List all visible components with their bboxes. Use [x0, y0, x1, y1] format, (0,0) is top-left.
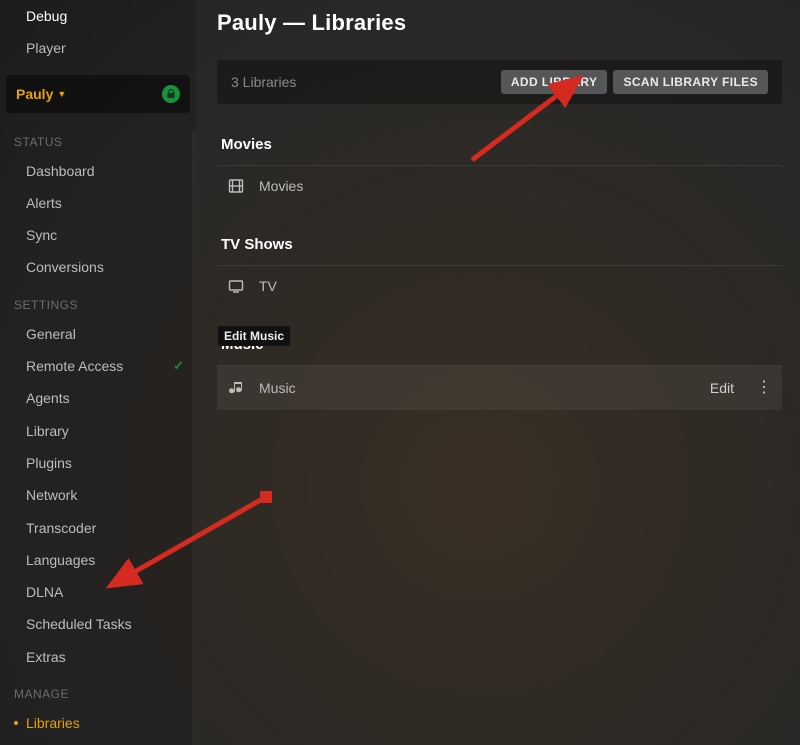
sidebar-item-optimized-versions[interactable]: Optimized Versions	[0, 739, 196, 745]
sidebar-item-label: Plugins	[26, 453, 72, 473]
sidebar-item-label: Remote Access	[26, 356, 123, 376]
sidebar-item-conversions[interactable]: Conversions	[0, 251, 196, 283]
library-row-label: TV	[259, 278, 277, 294]
section-title: Music	[217, 330, 782, 366]
sidebar-item-label: Languages	[26, 550, 95, 570]
library-row[interactable]: Music Edit ⋮	[217, 366, 782, 410]
sidebar-item-dashboard[interactable]: Dashboard	[0, 155, 196, 187]
sidebar-item-label: General	[26, 324, 76, 344]
sidebar-heading: SETTINGS	[0, 284, 196, 318]
sidebar-item-network[interactable]: Network	[0, 479, 196, 511]
server-selector[interactable]: Pauly ▼	[6, 75, 190, 113]
edit-library-button[interactable]: Edit	[704, 378, 740, 398]
sidebar-item-label: Scheduled Tasks	[26, 614, 132, 634]
add-library-button[interactable]: ADD LIBRARY	[501, 70, 608, 94]
scrollbar[interactable]	[192, 130, 196, 745]
chevron-down-icon: ▼	[57, 89, 66, 99]
sidebar-item-general[interactable]: General	[0, 318, 196, 350]
sidebar-item-label: Alerts	[26, 193, 62, 213]
scan-library-files-button[interactable]: SCAN LIBRARY FILES	[613, 70, 768, 94]
tooltip-edit-music: Edit Music	[218, 326, 290, 346]
library-count-label: 3 Libraries	[231, 74, 296, 90]
film-icon	[227, 178, 245, 194]
secure-lock-icon	[162, 85, 180, 103]
more-menu-icon[interactable]: ⋮	[754, 380, 774, 396]
sidebar-item-label: DLNA	[26, 582, 63, 602]
sidebar-item-sync[interactable]: Sync	[0, 219, 196, 251]
sidebar-item-label: Transcoder	[26, 518, 96, 538]
sidebar-item-label: Network	[26, 485, 77, 505]
sidebar: DebugPlayer Pauly ▼ STATUS Dashboard Alert…	[0, 0, 197, 745]
checkmark-icon: ✓	[173, 357, 184, 376]
sidebar-item-label: Conversions	[26, 257, 104, 277]
sidebar-item-debug[interactable]: Debug	[0, 0, 196, 32]
sidebar-item-label: Extras	[26, 647, 66, 667]
music-icon	[227, 380, 245, 396]
sidebar-item-label: Dashboard	[26, 161, 95, 181]
sidebar-item-label: Agents	[26, 388, 70, 408]
annotation-square	[260, 491, 272, 503]
sidebar-item-agents[interactable]: Agents	[0, 382, 196, 414]
main-content: Pauly — Libraries 3 Libraries ADD LIBRAR…	[197, 0, 800, 745]
sidebar-item-library[interactable]: Library	[0, 415, 196, 447]
sidebar-item-label: Sync	[26, 225, 57, 245]
library-section: TV Shows TV	[217, 230, 782, 306]
sidebar-item-transcoder[interactable]: Transcoder	[0, 512, 196, 544]
sidebar-item-plugins[interactable]: Plugins	[0, 447, 196, 479]
tv-icon	[227, 278, 245, 294]
sidebar-item-extras[interactable]: Extras	[0, 641, 196, 673]
sidebar-item-player[interactable]: Player	[0, 32, 196, 64]
page-title: Pauly — Libraries	[217, 10, 782, 36]
sidebar-item-remote-access[interactable]: Remote Access ✓	[0, 350, 196, 382]
library-row[interactable]: TV	[217, 266, 782, 306]
section-title: Movies	[217, 130, 782, 166]
sidebar-item-dlna[interactable]: DLNA	[0, 576, 196, 608]
sidebar-item-libraries[interactable]: Libraries	[0, 707, 196, 739]
server-name-label: Pauly	[16, 86, 53, 102]
library-toolbar: 3 Libraries ADD LIBRARY SCAN LIBRARY FIL…	[217, 60, 782, 104]
sidebar-item-label: Library	[26, 421, 69, 441]
sidebar-item-label: Libraries	[26, 713, 80, 733]
library-row-label: Music	[259, 380, 296, 396]
sidebar-item-scheduled-tasks[interactable]: Scheduled Tasks	[0, 608, 196, 640]
library-row-label: Movies	[259, 178, 303, 194]
sidebar-heading: MANAGE	[0, 673, 196, 707]
library-section: Music Music Edit ⋮	[217, 330, 782, 410]
sidebar-heading: STATUS	[0, 121, 196, 155]
library-row[interactable]: Movies	[217, 166, 782, 206]
sidebar-item-languages[interactable]: Languages	[0, 544, 196, 576]
sidebar-item-alerts[interactable]: Alerts	[0, 187, 196, 219]
library-section: Movies Movies	[217, 130, 782, 206]
section-title: TV Shows	[217, 230, 782, 266]
